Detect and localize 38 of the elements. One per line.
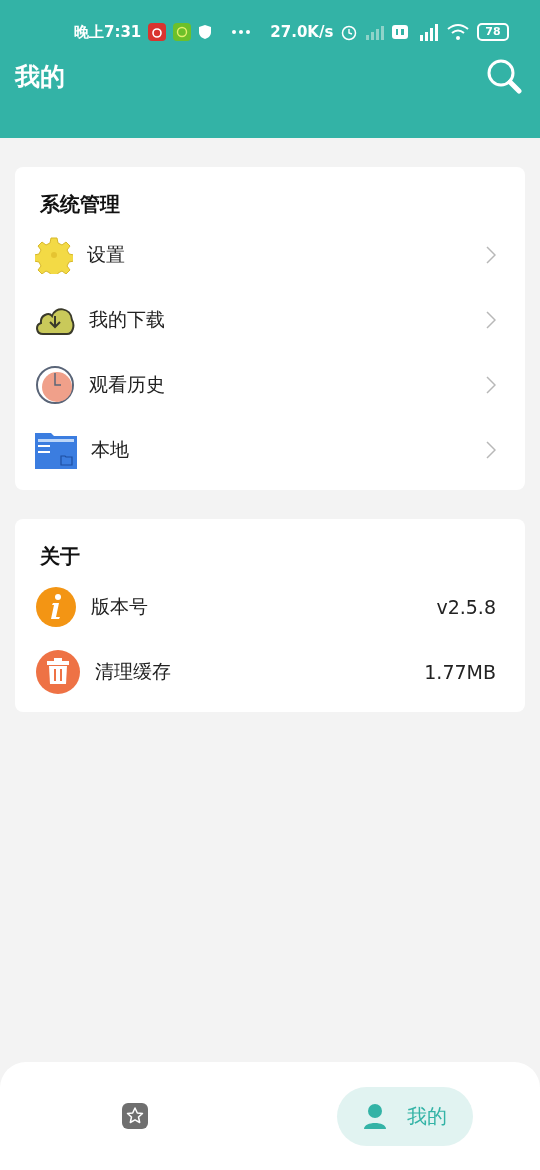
signal-icon bbox=[365, 24, 386, 40]
gear-icon bbox=[35, 235, 73, 274]
person-icon bbox=[363, 1103, 387, 1129]
chevron-right-icon bbox=[486, 310, 496, 329]
status-time: 晚上7:31 bbox=[74, 22, 142, 42]
page-title: 我的 bbox=[15, 60, 65, 93]
menu-item[interactable]: 本地 bbox=[35, 417, 496, 482]
network-speed: 27.0K/s bbox=[270, 23, 334, 41]
alarm-icon bbox=[340, 23, 359, 41]
menu-value: v2.5.8 bbox=[436, 595, 496, 618]
menu-item[interactable]: 我的下载 bbox=[35, 287, 496, 352]
trash-icon bbox=[35, 648, 81, 695]
app-notification-icon bbox=[173, 23, 192, 41]
menu-item[interactable]: 观看历史 bbox=[35, 352, 496, 417]
more-icon bbox=[231, 29, 252, 35]
menu-value: 1.77MB bbox=[424, 660, 496, 683]
menu-item[interactable]: 清理缓存 1.77MB bbox=[35, 639, 496, 704]
wifi-icon bbox=[446, 23, 471, 41]
chevron-right-icon bbox=[486, 245, 496, 264]
section-title: 系统管理 bbox=[40, 191, 120, 218]
info-icon bbox=[35, 585, 77, 628]
shield-icon bbox=[198, 24, 213, 40]
clock-icon bbox=[35, 364, 75, 405]
menu-item[interactable]: 版本号 v2.5.8 bbox=[35, 574, 496, 639]
app-notification-icon bbox=[148, 23, 167, 41]
menu-label: 版本号 bbox=[91, 593, 149, 619]
menu-item[interactable]: 设置 bbox=[35, 222, 496, 287]
menu-label: 设置 bbox=[87, 241, 126, 267]
battery-indicator: 78 bbox=[477, 23, 509, 41]
chevron-right-icon bbox=[486, 440, 496, 459]
folder-icon bbox=[35, 430, 77, 469]
menu-label: 观看历史 bbox=[89, 371, 166, 397]
search-button[interactable] bbox=[486, 58, 522, 94]
menu-label: 本地 bbox=[91, 436, 130, 462]
chevron-right-icon bbox=[486, 375, 496, 394]
menu-label: 我的下载 bbox=[89, 306, 166, 332]
menu-label: 清理缓存 bbox=[95, 658, 172, 684]
section-title: 关于 bbox=[40, 543, 80, 570]
